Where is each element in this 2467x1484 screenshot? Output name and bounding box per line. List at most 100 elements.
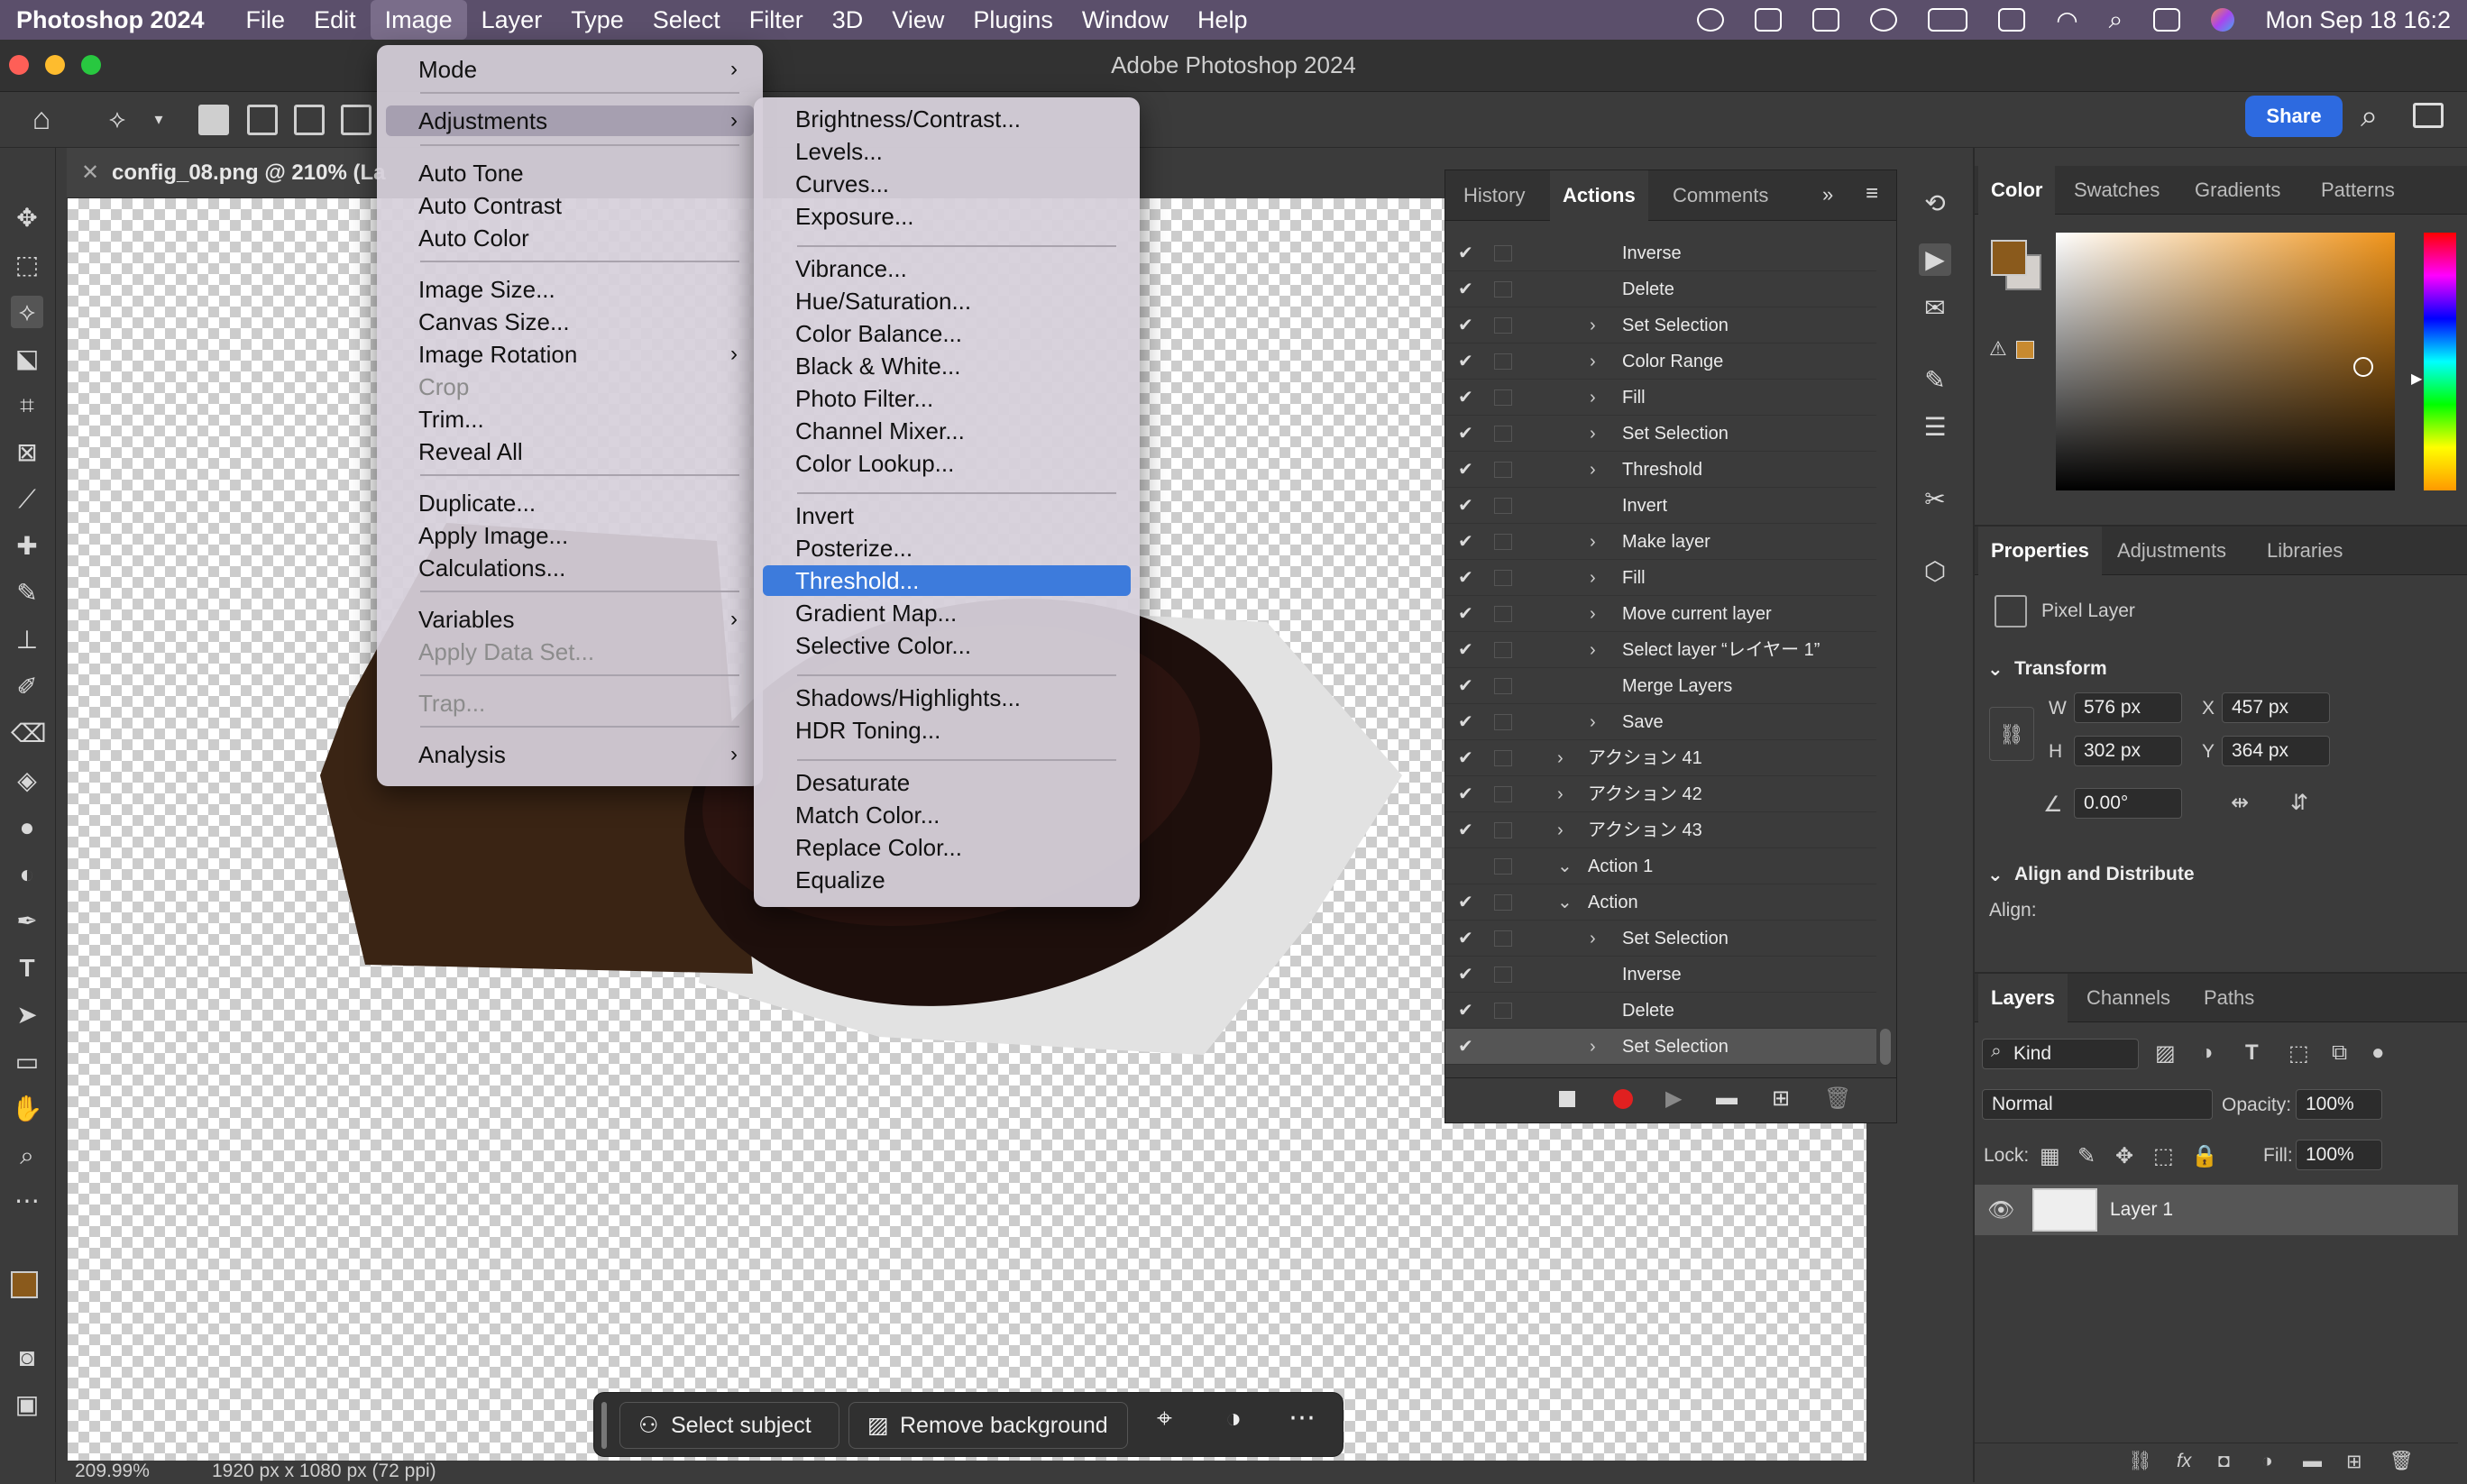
tab-properties[interactable]: Properties	[1978, 527, 2102, 575]
action-row[interactable]: ✔ › アクション 43	[1445, 812, 1876, 848]
menu-item-black-white[interactable]: Black & White...	[763, 351, 1131, 381]
dialog-toggle-box[interactable]	[1494, 894, 1512, 911]
expand-chevron-icon[interactable]: ›	[1590, 524, 1596, 560]
delete-layer-icon[interactable]: 🗑	[2389, 1451, 2414, 1472]
screen-mode-icon[interactable]: ▣	[11, 1388, 43, 1421]
collapse-chevron-icon[interactable]: ⌄	[1557, 884, 1573, 921]
expand-chevron-icon[interactable]: ›	[1557, 740, 1564, 776]
expand-chevron-icon[interactable]: ›	[1590, 380, 1596, 416]
menu-select[interactable]: Select	[638, 0, 735, 40]
expand-chevron-icon[interactable]: ›	[1590, 1029, 1596, 1065]
action-toggle-checkmark[interactable]: ✔	[1458, 668, 1478, 704]
lasso-tool-icon[interactable]: ⟡	[101, 103, 133, 135]
menu-item-hdr-toning[interactable]: HDR Toning...	[763, 715, 1131, 746]
tab-color[interactable]: Color	[1978, 166, 2056, 215]
action-row[interactable]: ✔ › Set Selection	[1445, 416, 1876, 452]
action-toggle-checkmark[interactable]: ✔	[1458, 452, 1478, 488]
fx-icon[interactable]: fx	[2177, 1451, 2191, 1472]
action-row[interactable]: ✔ Invert	[1445, 488, 1876, 524]
action-row[interactable]: ✔ › Save	[1445, 704, 1876, 740]
link-layers-icon[interactable]: ⛓	[2128, 1451, 2152, 1472]
menu-item-adjustments[interactable]: Adjustments ›	[386, 105, 754, 136]
expand-chevron-icon[interactable]: ›	[1590, 921, 1596, 957]
menu-item-equalize[interactable]: Equalize	[763, 865, 1131, 895]
adjustment-icon[interactable]: ◑	[1225, 1404, 1242, 1434]
action-row[interactable]: ✔ ⌄ Action	[1445, 884, 1876, 921]
dodge-tool-icon[interactable]: ◐	[11, 858, 43, 891]
rectangle-tool-icon[interactable]: ▭	[11, 1046, 43, 1078]
action-toggle-checkmark[interactable]: ✔	[1458, 380, 1478, 416]
input-method-icon[interactable]	[1998, 8, 2026, 32]
foreground-color-chip[interactable]	[1991, 240, 2027, 276]
dialog-toggle-box[interactable]	[1494, 930, 1512, 947]
lock-transparent-icon[interactable]: ▦	[2040, 1143, 2060, 1169]
action-row[interactable]: ✔ › Color Range	[1445, 344, 1876, 380]
add-mask-icon[interactable]: ◘	[2218, 1451, 2230, 1472]
close-tab-icon[interactable]: ✕	[81, 148, 99, 198]
stamp-tool-icon[interactable]: ⊥	[11, 624, 43, 656]
drag-handle[interactable]	[601, 1402, 607, 1449]
expand-chevron-icon[interactable]: ›	[1590, 560, 1596, 596]
brush-tool-icon[interactable]: ✎	[11, 577, 43, 609]
menu-item-duplicate[interactable]: Duplicate...	[386, 488, 754, 518]
dialog-toggle-box[interactable]	[1494, 678, 1512, 694]
menu-item-brightness-contrast[interactable]: Brightness/Contrast...	[763, 104, 1131, 134]
filter-type-icon[interactable]: T	[2245, 1040, 2259, 1066]
filter-shape-icon[interactable]: ⬚	[2288, 1040, 2309, 1067]
height-field[interactable]: 302 px	[2074, 736, 2182, 766]
action-row[interactable]: ✔ › Set Selection	[1445, 921, 1876, 957]
siri-icon[interactable]	[2211, 8, 2235, 32]
action-toggle-checkmark[interactable]: ✔	[1458, 704, 1478, 740]
menu-type[interactable]: Type	[556, 0, 638, 40]
action-toggle-checkmark[interactable]: ✔	[1458, 632, 1478, 668]
dialog-toggle-box[interactable]	[1494, 858, 1512, 875]
menu-file[interactable]: File	[232, 0, 300, 40]
menu-3d[interactable]: 3D	[818, 0, 878, 40]
eyedropper-icon[interactable]: ⟋	[11, 483, 43, 516]
battery-icon[interactable]	[1928, 8, 1968, 32]
color-picker-handle[interactable]	[2353, 357, 2373, 377]
dialog-toggle-box[interactable]	[1494, 462, 1512, 478]
control-center-icon[interactable]	[2153, 8, 2181, 32]
action-row[interactable]: ✔ › Threshold	[1445, 452, 1876, 488]
dialog-toggle-box[interactable]	[1494, 822, 1512, 838]
filter-adjustment-icon[interactable]: ◑	[2200, 1040, 2214, 1066]
menu-item-channel-mixer[interactable]: Channel Mixer...	[763, 416, 1131, 446]
action-toggle-checkmark[interactable]: ✔	[1458, 812, 1478, 848]
panel-menu-icon[interactable]: ≡	[1866, 181, 1878, 206]
action-row[interactable]: ⌄ Action 1	[1445, 848, 1876, 884]
marquee-tool-icon[interactable]: ⬚	[11, 249, 43, 281]
menu-item-auto-color[interactable]: Auto Color	[386, 223, 754, 253]
expand-chevron-icon[interactable]: ›	[1590, 452, 1596, 488]
paint-bucket-icon[interactable]: ◈	[11, 765, 43, 797]
creative-cloud-icon[interactable]	[1697, 8, 1725, 32]
menu-item-trim[interactable]: Trim...	[386, 404, 754, 435]
menu-item-color-lookup[interactable]: Color Lookup...	[763, 448, 1131, 479]
more-options-icon[interactable]: ⋯	[1289, 1402, 1316, 1434]
action-toggle-checkmark[interactable]: ✔	[1458, 524, 1478, 560]
app-menu[interactable]: Photoshop 2024	[16, 6, 205, 34]
menu-view[interactable]: View	[877, 0, 958, 40]
drive-icon[interactable]	[1812, 8, 1840, 32]
action-row[interactable]: ✔ › アクション 41	[1445, 740, 1876, 776]
width-field[interactable]: 576 px	[2074, 692, 2182, 723]
menu-filter[interactable]: Filter	[735, 0, 818, 40]
action-toggle-checkmark[interactable]: ✔	[1458, 957, 1478, 993]
action-toggle-checkmark[interactable]: ✔	[1458, 993, 1478, 1029]
lock-pixels-icon[interactable]: ✎	[2077, 1143, 2096, 1169]
x-field[interactable]: 457 px	[2222, 692, 2330, 723]
menu-item-shadows-highlights[interactable]: Shadows/Highlights...	[763, 682, 1131, 713]
menu-item-mode[interactable]: Mode ›	[386, 54, 754, 85]
angle-field[interactable]: 0.00°	[2074, 788, 2182, 819]
menu-item-reveal-all[interactable]: Reveal All	[386, 436, 754, 467]
gamut-warning-icon[interactable]: ⚠	[1989, 337, 2007, 361]
action-toggle-checkmark[interactable]: ✔	[1458, 884, 1478, 921]
tab-history[interactable]: History	[1451, 170, 1537, 221]
quick-mask-icon[interactable]: ◙	[11, 1342, 43, 1374]
lock-artboard-icon[interactable]: ⬚	[2153, 1143, 2174, 1169]
action-toggle-checkmark[interactable]: ✔	[1458, 1029, 1478, 1065]
dialog-toggle-box[interactable]	[1494, 1003, 1512, 1019]
lock-position-icon[interactable]: ✥	[2115, 1143, 2133, 1169]
dialog-toggle-box[interactable]	[1494, 426, 1512, 442]
play-icon[interactable]: ▶	[1665, 1086, 1682, 1112]
